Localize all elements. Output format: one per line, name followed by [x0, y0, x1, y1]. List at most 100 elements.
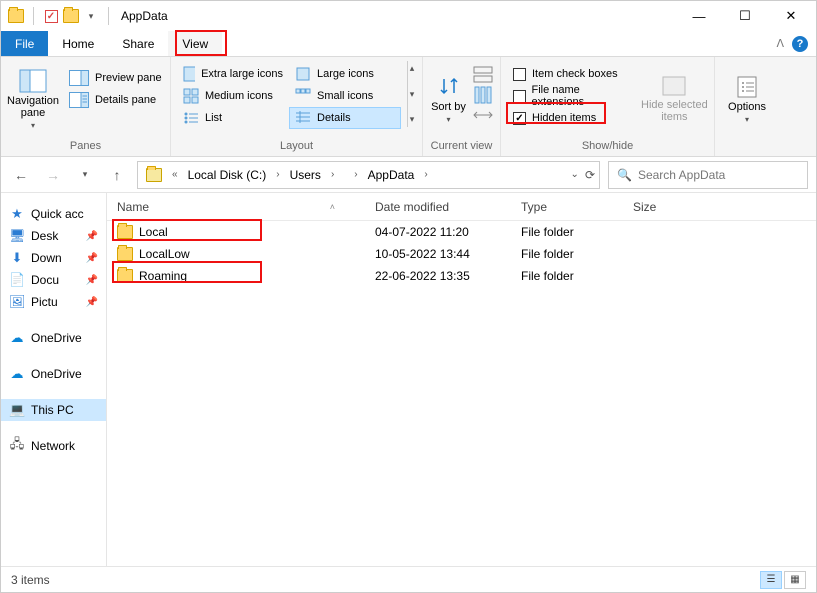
file-row[interactable]: Roaming 22-06-2022 13:35 File folder	[107, 265, 816, 287]
address-dropdown-icon[interactable]: ⌄	[571, 169, 579, 180]
download-icon: ⬇	[9, 250, 25, 266]
hide-icon	[661, 75, 687, 97]
navigation-sidebar: ★Quick acc 🖥Desk📌 ⬇Down📌 📄Docu📌 🖼Pictu📌 …	[1, 193, 107, 566]
view-list[interactable]: List	[177, 107, 289, 129]
refresh-icon[interactable]: ⟳	[585, 168, 595, 182]
file-name-extensions-toggle[interactable]: File name extensions	[507, 85, 637, 107]
item-check-boxes-toggle[interactable]: Item check boxes	[507, 63, 637, 85]
checkbox-icon	[513, 90, 526, 103]
folder-icon	[117, 247, 133, 261]
preview-pane-button[interactable]: Preview pane	[63, 67, 168, 89]
status-bar: 3 items ☰ ▦	[1, 566, 816, 592]
checkbox-checked-icon	[513, 112, 526, 125]
close-button[interactable]: ✕	[768, 1, 814, 31]
column-headers[interactable]: Name˄ Date modified Type Size	[107, 193, 816, 221]
navigation-pane-button[interactable]: Navigation pane ▾	[7, 61, 59, 137]
back-button[interactable]: ←	[9, 163, 33, 187]
cloud-icon: ☁	[9, 366, 25, 382]
pc-icon: 💻	[9, 402, 25, 418]
pin-icon: 📌	[86, 231, 98, 242]
chevron-down-icon: ▾	[31, 121, 35, 130]
breadcrumb-chevron-icon[interactable]: ›	[327, 169, 338, 180]
details-pane-button[interactable]: Details pane	[63, 89, 168, 111]
group-currentview-label: Current view	[429, 138, 494, 154]
pin-icon: 📌	[86, 275, 98, 286]
address-bar[interactable]: « Local Disk (C:) › Users › › AppData › …	[137, 161, 600, 189]
add-columns-icon[interactable]	[472, 85, 494, 105]
ribbon-collapse-icon[interactable]: ᐱ	[776, 37, 784, 50]
view-extra-large-icons[interactable]: Extra large icons	[177, 63, 289, 85]
tab-file[interactable]: File	[1, 31, 48, 56]
breadcrumb-ellipsis[interactable]	[340, 162, 348, 188]
chevron-down-icon: ▾	[446, 115, 450, 124]
sidebar-network[interactable]: 🖧Network	[1, 435, 106, 457]
view-medium-icons[interactable]: Medium icons	[177, 85, 289, 107]
view-large-icons[interactable]: Large icons	[289, 63, 401, 85]
sidebar-pictures[interactable]: 🖼Pictu📌	[1, 291, 106, 313]
pin-icon: 📌	[86, 253, 98, 264]
maximize-button[interactable]: ☐	[722, 1, 768, 31]
sort-icon	[438, 75, 460, 99]
details-view-toggle[interactable]: ☰	[760, 571, 782, 589]
sicons-icon	[295, 88, 311, 104]
minimize-button[interactable]: —	[676, 1, 722, 31]
qat-properties-icon[interactable]	[42, 7, 60, 25]
preview-pane-icon	[69, 70, 89, 86]
qat-dropdown-icon[interactable]: ▾	[82, 7, 100, 25]
sidebar-onedrive[interactable]: ☁OneDrive	[1, 363, 106, 385]
breadcrumb-seg[interactable]: Local Disk (C:)	[184, 162, 271, 188]
search-input[interactable]: 🔍 Search AppData	[608, 161, 808, 189]
checkbox-icon	[513, 68, 526, 81]
help-icon[interactable]: ?	[792, 36, 808, 52]
column-size[interactable]: Size	[633, 200, 713, 214]
ribbon: Navigation pane ▾ Preview pane Details p…	[1, 57, 816, 157]
column-date[interactable]: Date modified	[375, 200, 521, 214]
breadcrumb-seg[interactable]: Users	[286, 162, 325, 188]
tab-share[interactable]: Share	[108, 31, 168, 56]
xlicons-icon	[183, 66, 195, 82]
file-row[interactable]: Local 04-07-2022 11:20 File folder	[107, 221, 816, 243]
details-pane-icon	[69, 92, 89, 108]
view-details[interactable]: Details	[289, 107, 401, 129]
up-button[interactable]: ↑	[105, 163, 129, 187]
group-layout-label: Layout	[177, 138, 416, 154]
licons-icon	[295, 66, 311, 82]
size-columns-icon[interactable]	[472, 105, 494, 125]
sidebar-this-pc[interactable]: 💻This PC	[1, 399, 106, 421]
address-nav-bar: ← → ▾ ↑ « Local Disk (C:) › Users › › Ap…	[1, 157, 816, 193]
breadcrumb-chevron-icon[interactable]: ›	[350, 169, 361, 180]
folder-icon	[117, 269, 133, 283]
breadcrumb-chevron-icon[interactable]: ›	[272, 169, 283, 180]
sidebar-quick-access[interactable]: ★Quick acc	[1, 203, 106, 225]
breadcrumb-chevron-icon[interactable]: ›	[420, 169, 431, 180]
options-button[interactable]: Options ▾	[721, 61, 773, 137]
column-name[interactable]: Name˄	[117, 200, 375, 214]
qat-newfolder-icon[interactable]	[62, 7, 80, 25]
layout-scroll[interactable]: ▴▾▾	[407, 61, 416, 127]
view-small-icons[interactable]: Small icons	[289, 85, 401, 107]
drive-icon[interactable]	[142, 162, 166, 188]
forward-button[interactable]: →	[41, 163, 65, 187]
sort-by-button[interactable]: Sort by ▾	[429, 61, 468, 137]
star-icon: ★	[9, 206, 25, 222]
sidebar-onedrive[interactable]: ☁OneDrive	[1, 327, 106, 349]
tab-home[interactable]: Home	[48, 31, 108, 56]
file-list-pane: Name˄ Date modified Type Size Local 04-0…	[107, 193, 816, 566]
group-panes-label: Panes	[7, 138, 164, 154]
status-text: 3 items	[11, 573, 50, 587]
recent-dropdown[interactable]: ▾	[73, 163, 97, 187]
pictures-icon: 🖼	[9, 294, 25, 310]
breadcrumb-seg[interactable]: AppData	[364, 162, 419, 188]
icons-view-toggle[interactable]: ▦	[784, 571, 806, 589]
file-row[interactable]: LocalLow 10-05-2022 13:44 File folder	[107, 243, 816, 265]
breadcrumb-chevron-icon[interactable]: «	[168, 169, 182, 180]
hide-selected-button[interactable]: Hide selected items	[641, 61, 708, 137]
column-type[interactable]: Type	[521, 200, 633, 214]
details-icon	[295, 110, 311, 126]
group-by-icon[interactable]	[472, 65, 494, 85]
sidebar-downloads[interactable]: ⬇Down📌	[1, 247, 106, 269]
tab-view[interactable]: View	[168, 31, 222, 56]
hidden-items-toggle[interactable]: Hidden items	[507, 107, 637, 129]
sidebar-documents[interactable]: 📄Docu📌	[1, 269, 106, 291]
sidebar-desktop[interactable]: 🖥Desk📌	[1, 225, 106, 247]
